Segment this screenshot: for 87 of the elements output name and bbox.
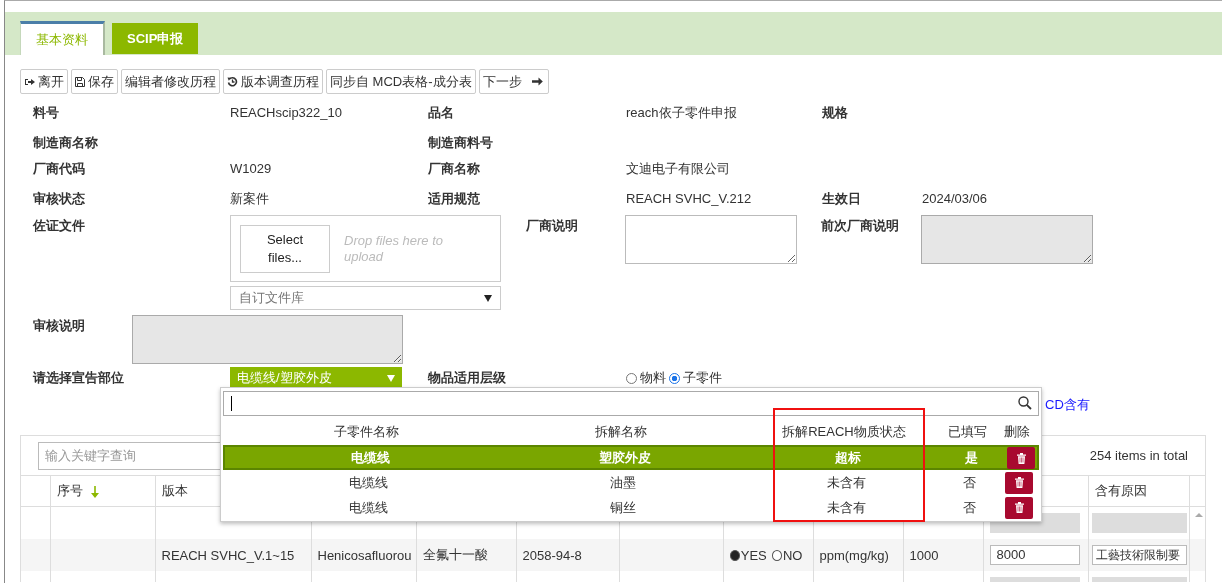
- radio-button[interactable]: [626, 372, 637, 384]
- row-text: 否: [961, 498, 977, 517]
- column-header: 子零件名称: [332, 423, 400, 441]
- row-text: 塑胶外皮: [598, 449, 652, 467]
- row-text: 未含有: [825, 498, 867, 517]
- field-label: 审核说明: [33, 317, 86, 335]
- field-value: 文迪电子有限公司: [626, 160, 731, 178]
- table-cell: REACH SVHC_V.1~15: [161, 547, 295, 563]
- column-header[interactable]: 序号: [56, 483, 83, 498]
- input-field[interactable]: 工藝技術限制要: [1091, 545, 1187, 565]
- history-icon: [227, 76, 238, 87]
- field-label: 佐证文件: [33, 217, 86, 235]
- table-cell: Henicosafluorou: [317, 547, 412, 563]
- field-label: 制造商料号: [428, 134, 494, 152]
- radio-label: NO: [783, 547, 803, 563]
- toolbar-button[interactable]: 离开: [20, 69, 68, 94]
- column-header[interactable]: 版本: [161, 483, 188, 498]
- column-header: 已填写: [946, 423, 988, 441]
- toolbar-button[interactable]: 同步自 MCD表格-成分表: [326, 69, 476, 94]
- field-label: 生效日: [822, 190, 862, 208]
- trash-icon: [1014, 502, 1024, 513]
- arrow-right-icon: [531, 76, 543, 87]
- field-value: reach依子零件申报: [626, 104, 738, 122]
- field-value: 新案件: [230, 190, 270, 208]
- radio-dot[interactable]: [771, 549, 782, 561]
- field-label: 料号: [33, 104, 60, 122]
- toolbar-button[interactable]: 编辑者修改历程: [121, 69, 220, 94]
- row-text: 未含有: [825, 473, 867, 492]
- radio-label: 物料: [640, 369, 666, 387]
- field-value: REACH SVHC_V.212: [626, 190, 753, 208]
- search-icon[interactable]: [1018, 396, 1032, 410]
- trash-icon: [1014, 477, 1024, 488]
- text-cursor: [231, 396, 232, 411]
- item-count: 254 items in total: [1089, 448, 1188, 463]
- radio-button[interactable]: [669, 372, 680, 384]
- toolbar-button[interactable]: 下一步: [478, 69, 549, 94]
- input-field[interactable]: 8000: [989, 545, 1080, 565]
- field-label: 厂商名称: [428, 160, 481, 178]
- field-value: W1029: [230, 160, 273, 178]
- trash-icon: [1016, 452, 1026, 464]
- row-text: 是: [963, 449, 979, 467]
- field-label: 厂商说明: [526, 217, 579, 235]
- link[interactable]: CD含有: [1045, 397, 1090, 412]
- column-header: 拆解REACH物质状态: [781, 423, 907, 441]
- caret-icon: [484, 294, 492, 302]
- row-text: 电缆线: [347, 473, 389, 492]
- table-cell: 1000: [909, 547, 939, 563]
- row-text: 铜丝: [609, 498, 637, 517]
- delete-button[interactable]: [1005, 496, 1033, 519]
- toolbar-button[interactable]: 保存: [71, 69, 118, 94]
- row-text: 电缆线: [347, 498, 389, 517]
- drop-hint: Drop files here to upload: [344, 232, 444, 265]
- column-header: 删除: [1003, 423, 1031, 441]
- row-text: 否: [961, 473, 977, 492]
- delete-button[interactable]: [1005, 471, 1033, 494]
- field-label: 适用规范: [428, 190, 481, 208]
- field-label: 品名: [428, 104, 455, 122]
- table-cell: ppm(mg/kg): [819, 547, 889, 563]
- field-label: 审核状态: [33, 190, 86, 208]
- field-value: 2024/03/06: [922, 190, 989, 208]
- row-text: 油墨: [609, 473, 637, 492]
- table-cell: 全氟十一酸: [422, 547, 488, 562]
- save-icon: [75, 76, 85, 87]
- field-label: 厂商代码: [33, 160, 86, 178]
- field-label: 物品适用层级: [428, 369, 507, 387]
- picker-row[interactable]: 电缆线 油墨 未含有 否: [223, 470, 1039, 495]
- row-text: 电缆线: [349, 449, 391, 467]
- field-label: 前次厂商说明: [821, 217, 900, 235]
- toolbar-button[interactable]: 版本调查历程: [223, 69, 323, 94]
- column-header: 拆解名称: [594, 423, 648, 441]
- field-value: REACHscip322_10: [230, 104, 343, 122]
- select-files-button[interactable]: Select files...: [240, 224, 330, 273]
- table-cell: 2058-94-8: [522, 547, 582, 563]
- field-label: 规格: [822, 104, 849, 122]
- picker-row[interactable]: 电缆线 铜丝 未含有 否: [223, 495, 1039, 520]
- delete-button[interactable]: [1007, 447, 1035, 469]
- exit-icon: [24, 76, 35, 87]
- library-dropdown[interactable]: 自订文件库: [230, 286, 501, 310]
- field-label: 请选择宣告部位: [33, 369, 125, 387]
- column-header[interactable]: 含有原因: [1094, 483, 1147, 498]
- file-drop-zone[interactable]: Select files... Drop files here to upload: [230, 215, 501, 282]
- radio-label: YES: [740, 547, 767, 563]
- row-text: 超标: [834, 449, 862, 467]
- radio-label: 子零件: [683, 369, 722, 387]
- radio-dot[interactable]: [729, 549, 740, 561]
- picker-search-field[interactable]: [223, 391, 1039, 416]
- field-label: 制造商名称: [33, 134, 99, 152]
